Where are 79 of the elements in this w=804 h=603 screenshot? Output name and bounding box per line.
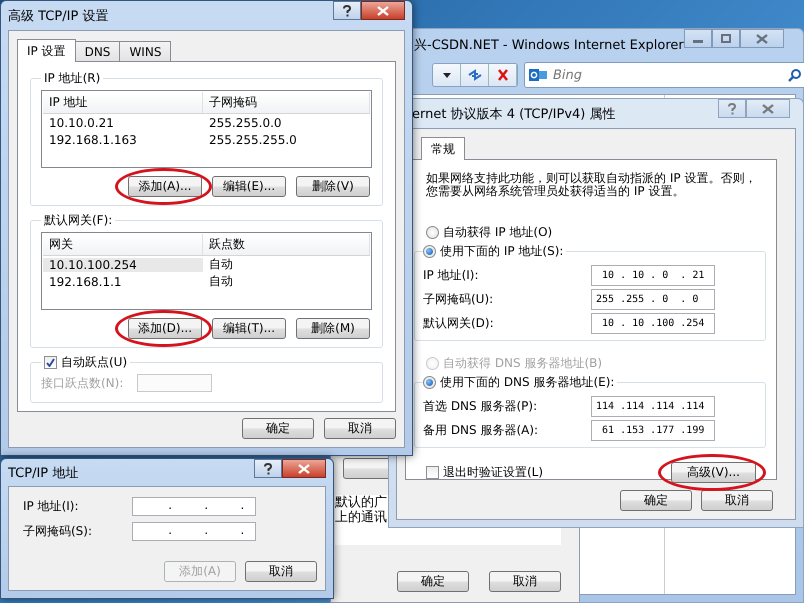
field-label: IP 地址(I): (423, 267, 479, 284)
dialog-button[interactable]: 取消 (324, 418, 396, 439)
close-icon (756, 34, 768, 44)
radio-label: 自动获得 DNS 服务器地址(B) (443, 355, 602, 372)
radio-button[interactable] (423, 376, 436, 389)
help-icon (342, 4, 352, 16)
list-cell[interactable]: 192.168.1.163 (43, 132, 203, 146)
refresh-icon (468, 69, 482, 81)
checkmark-icon (46, 358, 55, 367)
dialog-button[interactable]: 确定 (397, 571, 469, 592)
list-cell[interactable]: 255.255.255.0 (203, 132, 370, 146)
group-title: 默认网关(F): (43, 212, 114, 229)
mail-app-icon (529, 68, 547, 82)
list-cell[interactable]: 自动 (203, 256, 370, 273)
window-title: ernet 协议版本 4 (TCP/IPv4) 属性 (411, 106, 616, 122)
ip-address-field[interactable]: . . . (132, 522, 256, 541)
ip-address-field[interactable]: 255 .255 . 0 . 0 (591, 289, 715, 310)
list-cell[interactable]: 10.10.100.254 (43, 258, 203, 272)
close-button[interactable] (361, 1, 405, 20)
radio-label: 使用下面的 DNS 服务器地址(E): (440, 374, 614, 391)
list-action-button[interactable]: 添加(A)... (128, 176, 202, 197)
list-action-button[interactable]: 编辑(E)... (212, 176, 286, 197)
dialog-text: 默认的广 (335, 495, 388, 510)
field-label: IP 地址(I): (23, 498, 80, 515)
field-label: 默认网关(D): (423, 315, 494, 332)
help-button[interactable] (333, 1, 361, 20)
checkbox-label: 退出时验证设置(L) (443, 464, 544, 481)
close-icon (377, 6, 389, 16)
list-cell[interactable]: 255.255.0.0 (203, 116, 370, 130)
checkbox-label: 自动跃点(U) (61, 354, 128, 371)
field-label: 子网掩码(U): (423, 291, 494, 308)
ip-address-field[interactable]: 61 .153 .177 .199 (591, 420, 715, 441)
stop-icon (496, 69, 510, 81)
field-label: 接口跃点数(N): (41, 374, 124, 392)
description-text: 如果网络支持此功能，则可以获取自动指派的 IP 设置。否则， (426, 172, 758, 185)
window-title: 高级 TCP/IP 设置 (8, 8, 108, 24)
column-header[interactable]: IP 地址 (43, 92, 203, 113)
field-label: 首选 DNS 服务器(P): (423, 398, 538, 415)
dialog-button[interactable]: 取消 (245, 561, 317, 582)
group-title: IP 地址(R) (43, 70, 102, 87)
close-icon (762, 104, 774, 114)
ip-address-field[interactable]: . . . (132, 497, 256, 516)
ip-address-field[interactable]: 10 . 10 .100 .254 (591, 313, 715, 334)
list-action-button[interactable]: 编辑(T)... (212, 318, 286, 339)
dialog-button[interactable]: 取消 (489, 571, 561, 592)
list-action-button[interactable]: 删除(M) (296, 318, 370, 339)
list-cell[interactable]: 自动 (203, 273, 370, 290)
description-text: 您需要从网络系统管理员处获得适当的 IP 设置。 (426, 185, 686, 198)
field-label: 子网掩码(S): (23, 523, 94, 540)
column-header[interactable]: 网关 (43, 234, 203, 255)
tab[interactable]: IP 设置 (17, 39, 76, 62)
column-header[interactable]: 子网掩码 (203, 92, 370, 113)
advanced-button[interactable]: 高级(V)... (671, 462, 756, 483)
window-title: TCP/IP 地址 (8, 464, 78, 482)
help-icon (727, 102, 737, 114)
radio-button[interactable] (423, 245, 436, 258)
list-cell[interactable]: 10.10.0.21 (43, 116, 203, 130)
help-icon (263, 462, 273, 474)
tab[interactable]: DNS (74, 41, 120, 61)
list-cell[interactable]: 192.168.1.1 (43, 274, 203, 288)
ip-address-field[interactable]: 114 .114 .114 .114 (591, 396, 715, 417)
radio-label: 自动获得 IP 地址(O) (443, 224, 552, 241)
checkbox[interactable] (44, 356, 57, 369)
window-title: 兴-CSDN.NET - Windows Internet Explorer (413, 36, 684, 54)
close-icon (298, 464, 310, 474)
field-label: 备用 DNS 服务器(A): (423, 422, 538, 439)
radio-label: 使用下面的 IP 地址(S): (440, 243, 564, 260)
radio-button[interactable] (426, 226, 439, 239)
dialog-text: 上的通讯 (335, 510, 388, 525)
maximize-icon (720, 34, 731, 43)
checkbox[interactable] (426, 466, 439, 479)
ip-address-field[interactable]: 10 . 10 . 0 . 21 (591, 265, 715, 286)
tab[interactable]: WINS (119, 41, 172, 61)
close-button[interactable] (282, 459, 326, 478)
help-button[interactable] (254, 459, 282, 478)
dialog-button[interactable]: 确定 (242, 418, 314, 439)
list-action-button[interactable]: 删除(V) (296, 176, 370, 197)
column-header[interactable]: 跃点数 (203, 234, 370, 255)
list-action-button[interactable]: 添加(D)... (128, 318, 202, 339)
